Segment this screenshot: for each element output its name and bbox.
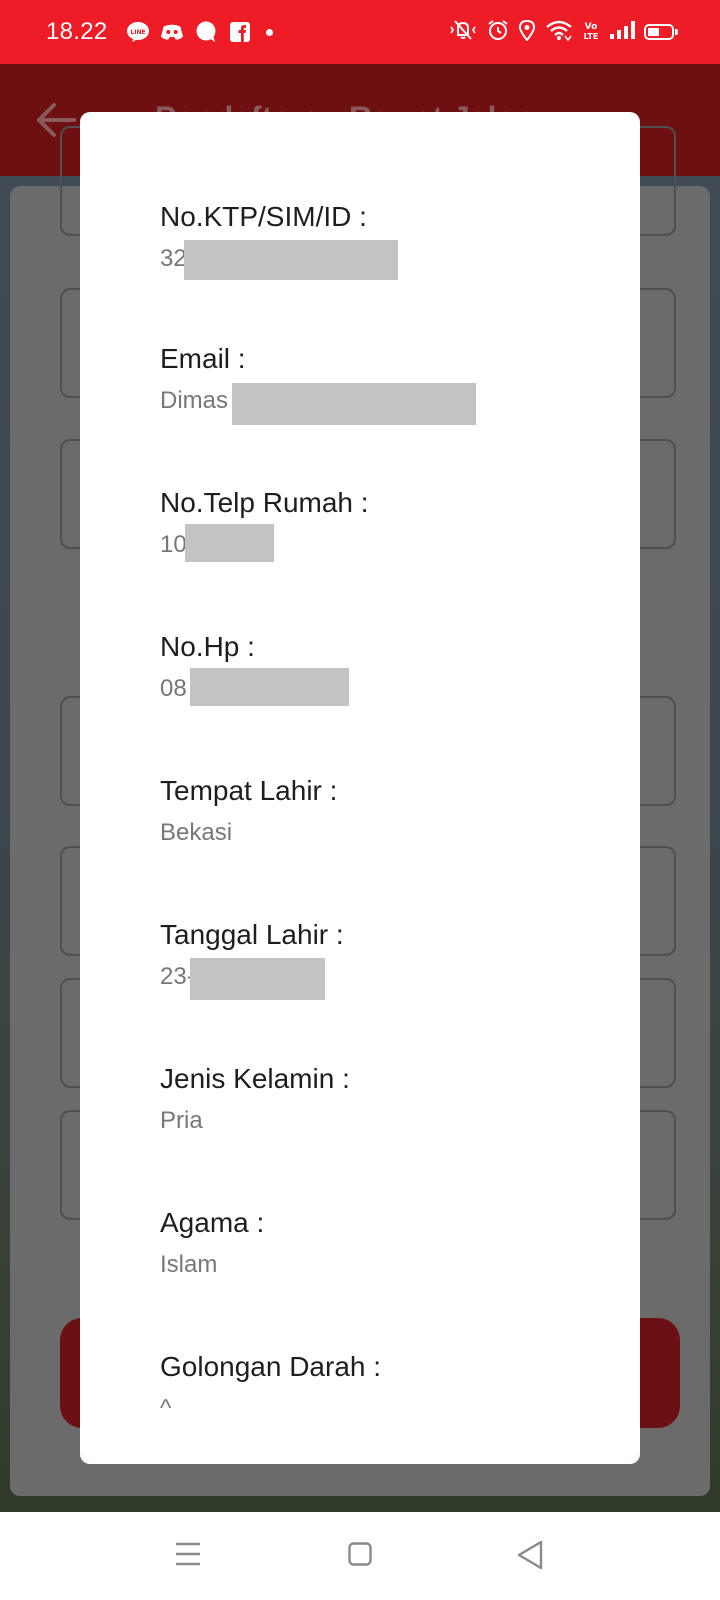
field-value: Islam bbox=[160, 1251, 218, 1278]
home-square-icon[interactable] bbox=[348, 1540, 372, 1573]
field-label: Agama : bbox=[160, 1207, 265, 1238]
svg-text:Vo: Vo bbox=[585, 22, 598, 32]
field-label: Golongan Darah : bbox=[160, 1351, 382, 1382]
field-value: 10 bbox=[160, 524, 369, 562]
redaction-block bbox=[190, 668, 349, 706]
chat-bubble-icon bbox=[194, 21, 218, 43]
field-label: No.Telp Rumah : bbox=[160, 487, 369, 518]
field-email: Email : Dimas bbox=[160, 342, 476, 425]
field-value: Bekasi bbox=[160, 819, 233, 846]
status-system-icons: Vo LTE bbox=[448, 19, 678, 46]
field-label: Jenis Kelamin : bbox=[160, 1063, 350, 1094]
line-icon: LINE bbox=[126, 21, 150, 43]
discord-icon bbox=[160, 21, 184, 43]
alarm-icon bbox=[487, 19, 509, 46]
field-blood-type: Golongan Darah : ^ bbox=[160, 1350, 381, 1424]
field-label: Tempat Lahir : bbox=[160, 775, 338, 806]
patient-detail-dialog: No.KTP/SIM/ID : 32 Email : Dimas No.Telp… bbox=[80, 112, 640, 1464]
battery-level bbox=[648, 28, 659, 36]
status-app-icons: LINE bbox=[126, 21, 273, 43]
menu-icon[interactable] bbox=[175, 1540, 201, 1573]
notification-dot bbox=[265, 28, 273, 36]
signal-icon bbox=[609, 20, 635, 45]
field-gender: Jenis Kelamin : Pria bbox=[160, 1062, 350, 1136]
field-label: No.Hp : bbox=[160, 631, 255, 662]
redaction-block bbox=[232, 383, 476, 425]
navigation-bar bbox=[0, 1512, 720, 1600]
volte-icon: Vo LTE bbox=[582, 19, 600, 46]
wifi-icon bbox=[545, 19, 573, 46]
field-value: 32 bbox=[160, 240, 398, 280]
redaction-block bbox=[184, 240, 398, 280]
field-value: 08 bbox=[160, 668, 349, 706]
field-label: Tanggal Lahir : bbox=[160, 919, 344, 950]
svg-text:LINE: LINE bbox=[130, 29, 145, 36]
field-value: 23- bbox=[160, 958, 344, 1000]
field-religion: Agama : Islam bbox=[160, 1206, 264, 1280]
svg-text:LTE: LTE bbox=[584, 32, 599, 41]
field-value: ^ bbox=[160, 1395, 172, 1422]
battery-icon bbox=[644, 24, 678, 40]
field-label: No.KTP/SIM/ID : bbox=[160, 201, 367, 232]
field-value: Dimas bbox=[160, 383, 476, 425]
back-triangle-icon[interactable] bbox=[516, 1540, 544, 1575]
field-mobile: No.Hp : 08 bbox=[160, 630, 349, 706]
redaction-block bbox=[190, 958, 325, 1000]
field-phone-home: No.Telp Rumah : 10 bbox=[160, 486, 369, 562]
field-birthdate: Tanggal Lahir : 23- bbox=[160, 918, 344, 1000]
field-birthplace: Tempat Lahir : Bekasi bbox=[160, 774, 337, 848]
redaction-block bbox=[185, 524, 274, 562]
vibrate-off-icon bbox=[448, 19, 478, 46]
location-icon bbox=[518, 19, 536, 46]
field-value: Pria bbox=[160, 1107, 203, 1134]
facebook-icon bbox=[228, 21, 252, 43]
field-ktp: No.KTP/SIM/ID : 32 bbox=[160, 200, 398, 280]
field-label: Email : bbox=[160, 343, 246, 374]
status-time: 18.22 bbox=[46, 18, 108, 45]
status-bar: 18.22 LINE Vo LTE bbox=[0, 0, 720, 64]
